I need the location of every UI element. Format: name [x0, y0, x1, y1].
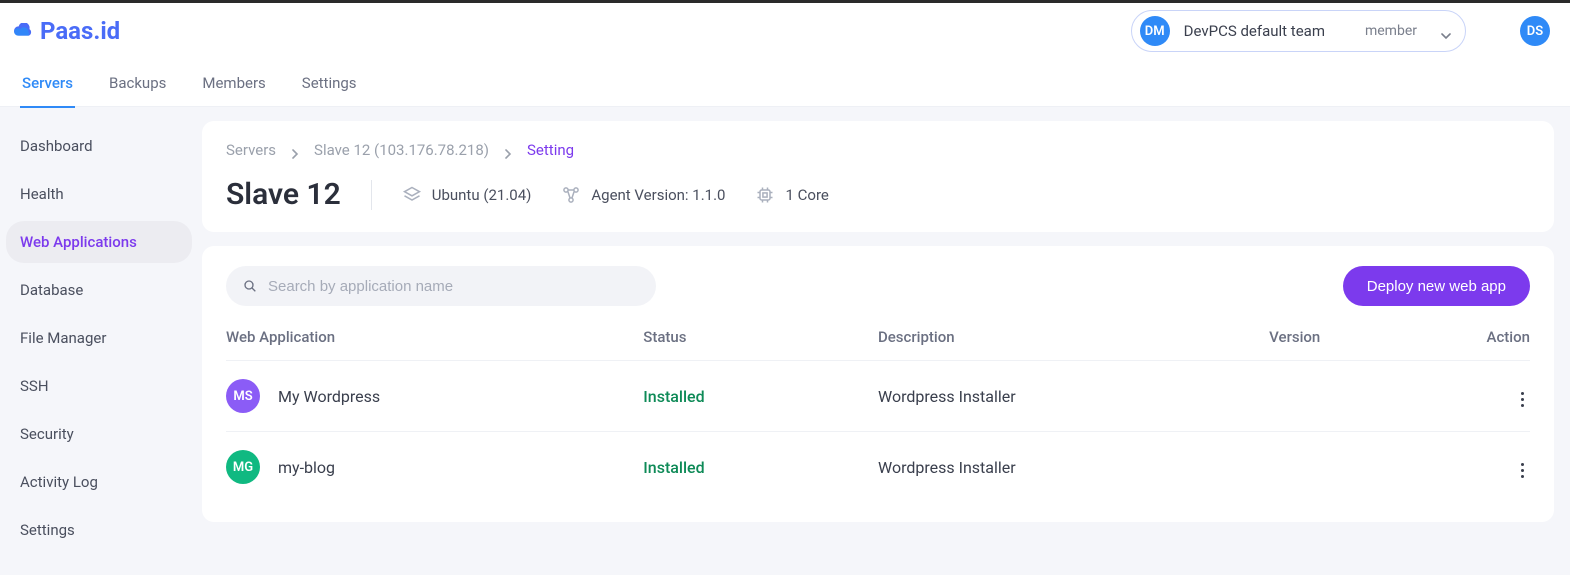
sidebar-item-web-applications[interactable]: Web Applications: [6, 221, 192, 263]
sidebar: Dashboard Health Web Applications Databa…: [0, 107, 202, 575]
web-apps-table: Web Application Status Description Versi…: [226, 328, 1530, 502]
sidebar-item-dashboard[interactable]: Dashboard: [6, 125, 192, 167]
chevron-down-icon: [1441, 26, 1451, 36]
chevron-right-icon: [290, 145, 300, 155]
search-box[interactable]: [226, 266, 656, 306]
app-avatar: MG: [226, 450, 260, 484]
meta-os: Ubuntu (21.04): [402, 185, 532, 205]
tab-servers[interactable]: Servers: [20, 59, 75, 107]
col-version: Version: [1269, 328, 1425, 361]
web-apps-card: Deploy new web app Web Application Statu…: [202, 246, 1554, 522]
meta-cpu: 1 Core: [755, 185, 828, 205]
cloud-icon: [12, 23, 34, 39]
separator: [371, 180, 372, 210]
sidebar-item-file-manager[interactable]: File Manager: [6, 317, 192, 359]
table-row: MG my-blog Installed Wordpress Installer: [226, 432, 1530, 503]
tab-members[interactable]: Members: [200, 59, 267, 107]
sidebar-item-health[interactable]: Health: [6, 173, 192, 215]
user-avatar[interactable]: DS: [1520, 16, 1550, 46]
os-label: Ubuntu (21.04): [432, 186, 532, 204]
sidebar-item-settings[interactable]: Settings: [6, 509, 192, 551]
sidebar-item-activity-log[interactable]: Activity Log: [6, 461, 192, 503]
nav-tabs: Servers Backups Members Settings: [0, 59, 1570, 107]
search-icon: [242, 278, 258, 294]
table-row: MS My Wordpress Installed Wordpress Inst…: [226, 361, 1530, 432]
row-actions-menu[interactable]: [1515, 386, 1530, 413]
search-input[interactable]: [268, 278, 640, 295]
cpu-icon: [755, 185, 775, 205]
sidebar-item-ssh[interactable]: SSH: [6, 365, 192, 407]
layers-icon: [402, 185, 422, 205]
breadcrumb-server[interactable]: Slave 12 (103.176.78.218): [314, 141, 489, 159]
col-web-application: Web Application: [226, 328, 643, 361]
status-badge: Installed: [643, 458, 704, 477]
app-description: Wordpress Installer: [878, 387, 1016, 406]
topbar: Paas.id DM DevPCS default team member DS: [0, 3, 1570, 59]
app-name[interactable]: My Wordpress: [278, 387, 380, 406]
agent-label: Agent Version: 1.1.0: [591, 186, 725, 204]
server-header-card: Servers Slave 12 (103.176.78.218) Settin…: [202, 121, 1554, 232]
sidebar-item-database[interactable]: Database: [6, 269, 192, 311]
deploy-new-web-app-button[interactable]: Deploy new web app: [1343, 266, 1530, 306]
nodes-icon: [561, 185, 581, 205]
title-row: Slave 12 Ubuntu (21.04): [226, 177, 1530, 212]
team-role: member: [1365, 23, 1417, 39]
app-name[interactable]: my-blog: [278, 458, 335, 477]
tab-backups[interactable]: Backups: [107, 59, 168, 107]
breadcrumb: Servers Slave 12 (103.176.78.218) Settin…: [226, 141, 1530, 159]
cpu-label: 1 Core: [785, 186, 828, 204]
brand-name: Paas.id: [40, 17, 120, 45]
row-actions-menu[interactable]: [1515, 457, 1530, 484]
page-title: Slave 12: [226, 177, 341, 212]
brand-logo[interactable]: Paas.id: [12, 17, 120, 45]
breadcrumb-current: Setting: [527, 141, 574, 159]
main: Servers Slave 12 (103.176.78.218) Settin…: [202, 107, 1570, 575]
app-description: Wordpress Installer: [878, 458, 1016, 477]
breadcrumb-servers[interactable]: Servers: [226, 141, 276, 159]
col-status: Status: [643, 328, 878, 361]
team-name: DevPCS default team: [1184, 22, 1325, 40]
tab-settings[interactable]: Settings: [300, 59, 359, 107]
sidebar-item-security[interactable]: Security: [6, 413, 192, 455]
chevron-right-icon: [503, 145, 513, 155]
meta-agent: Agent Version: 1.1.0: [561, 185, 725, 205]
team-avatar: DM: [1140, 16, 1170, 46]
status-badge: Installed: [643, 387, 704, 406]
col-action: Action: [1426, 328, 1530, 361]
team-selector[interactable]: DM DevPCS default team member: [1131, 10, 1466, 52]
app-avatar: MS: [226, 379, 260, 413]
col-description: Description: [878, 328, 1269, 361]
